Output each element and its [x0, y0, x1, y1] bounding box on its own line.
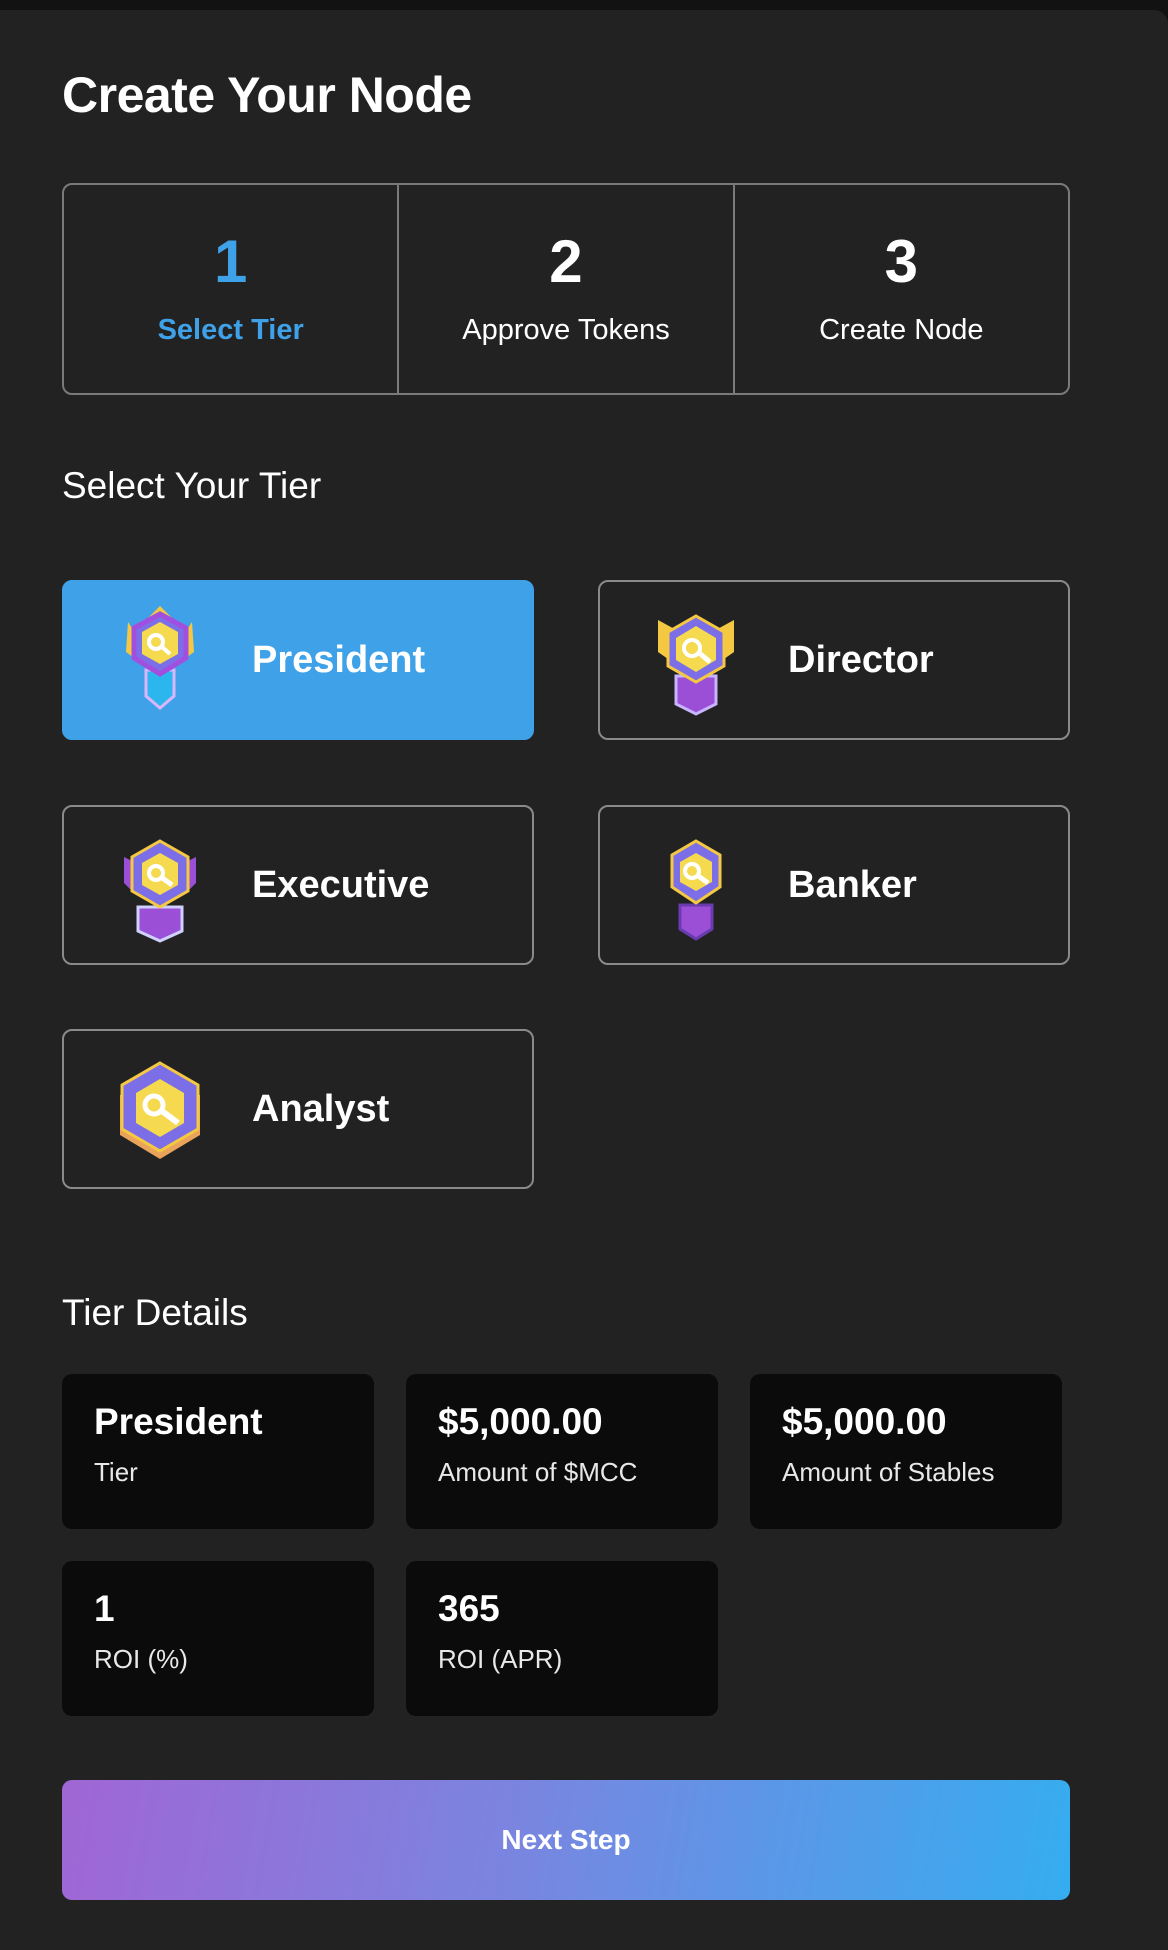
tier-card-banker[interactable]: Banker: [598, 805, 1070, 965]
president-badge-icon: [126, 606, 194, 710]
select-tier-heading: Select Your Tier: [62, 465, 322, 506]
tier-card-analyst[interactable]: Analyst: [62, 1029, 534, 1189]
step-create-node[interactable]: 3 Create Node: [732, 185, 1068, 393]
detail-label: ROI (APR): [438, 1643, 563, 1674]
tier-name: Director: [788, 638, 934, 681]
banker-badge-icon: [670, 839, 722, 941]
detail-card-roi-percent: 1 ROI (%): [62, 1561, 374, 1716]
stepper: 1 Select Tier 2 Approve Tokens 3 Create …: [62, 183, 1070, 395]
detail-label: Tier: [94, 1456, 138, 1487]
step-number: 2: [549, 227, 583, 295]
detail-card-tier: President Tier: [62, 1374, 374, 1529]
detail-label: ROI (%): [94, 1643, 188, 1674]
detail-value: 365: [438, 1588, 500, 1629]
detail-card-mcc-amount: $5,000.00 Amount of $MCC: [406, 1374, 718, 1529]
step-select-tier[interactable]: 1 Select Tier: [64, 185, 397, 393]
detail-card-roi-apr: 365 ROI (APR): [406, 1561, 718, 1716]
detail-value: 1: [94, 1588, 115, 1629]
tier-card-director[interactable]: Director: [598, 580, 1070, 740]
tier-name: President: [252, 638, 426, 681]
detail-value: $5,000.00: [782, 1401, 947, 1442]
step-approve-tokens[interactable]: 2 Approve Tokens: [397, 185, 732, 393]
executive-badge-icon: [124, 839, 196, 943]
detail-value: President: [94, 1401, 263, 1442]
next-step-button[interactable]: Next Step: [62, 1780, 1070, 1900]
step-number: 3: [884, 227, 918, 295]
tier-card-president[interactable]: President: [62, 580, 534, 740]
analyst-badge-icon: [120, 1061, 200, 1159]
tier-card-executive[interactable]: Executive: [62, 805, 534, 965]
detail-label: Amount of Stables: [782, 1456, 995, 1487]
detail-label: Amount of $MCC: [438, 1456, 638, 1487]
step-label: Approve Tokens: [462, 313, 670, 346]
tier-name: Banker: [788, 863, 917, 906]
detail-card-stables-amount: $5,000.00 Amount of Stables: [750, 1374, 1062, 1529]
tier-name: Analyst: [252, 1087, 390, 1130]
detail-value: $5,000.00: [438, 1401, 603, 1442]
tier-details-heading: Tier Details: [62, 1292, 248, 1333]
page-title: Create Your Node: [62, 67, 472, 123]
step-number: 1: [213, 227, 248, 295]
step-label: Create Node: [819, 313, 984, 346]
tier-name: Executive: [252, 863, 430, 906]
window-top-bar: [0, 0, 1168, 10]
step-label: Select Tier: [157, 313, 304, 346]
director-badge-icon: [658, 614, 734, 716]
